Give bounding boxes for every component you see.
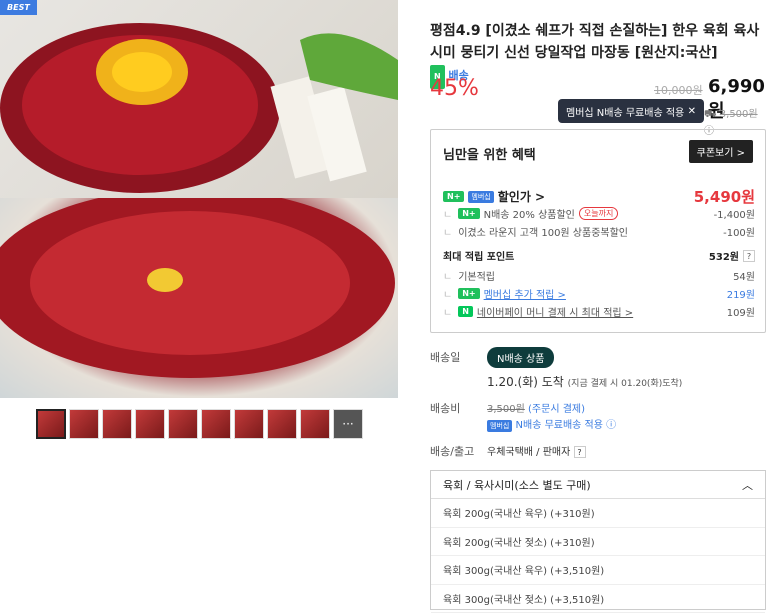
ship-fee-label: 배송비 [430,400,460,416]
ship-date: 1.20.(화) 도착 (지금 결제 시 01.20(화)도착) [487,373,682,390]
n-discount-value: -1,400원 [714,206,755,221]
product-gallery: BEST ··· [0,0,398,610]
ship-date-note: (지금 결제 시 01.20(화)도착) [568,379,683,389]
n-delivery-tag-text: N배송 상품 [497,354,544,365]
carrier-value: 우체국택배 / 판매자 [487,447,570,458]
thumbnail[interactable] [69,409,99,439]
thumbnail[interactable] [300,409,330,439]
thumbnail[interactable] [267,409,297,439]
thumbnail[interactable] [135,409,165,439]
discount-price-label: 할인가 > [498,188,545,205]
help-icon[interactable]: ? [574,446,586,458]
yukhoe-illustration [0,0,398,198]
thumbnail-strip: ··· [36,409,363,439]
main-product-image[interactable] [0,0,398,398]
discount-price-value: 5,490원 [694,186,755,207]
point-value: 532원 [709,248,739,263]
yuksashimi-illustration [0,198,398,398]
base-point-value: 54원 [733,268,755,283]
truck-icon: ⛟ [704,109,717,120]
membership-icon: 멤버십 [487,420,512,432]
membership-icon: 멤버십 [468,191,493,203]
lounge-value: -100원 [723,224,755,239]
chevron-up-icon[interactable]: ︿ [742,477,753,493]
option-item[interactable]: 육회 200g(국내산 육우) (+310원) [431,499,765,528]
thumbnail[interactable] [102,409,132,439]
discount-rate: 45% [430,76,479,101]
today-only-badge: 오늘까지 [579,207,618,220]
ship-date-value: 1.20.(화) 도착 [487,375,564,389]
membership-tooltip: 멤버십 N배송 무료배송 적용 ✕ [558,99,704,123]
n-plus-icon: N+ [458,208,479,219]
more-thumbnails-button[interactable]: ··· [333,409,363,439]
option-item[interactable]: 육회 200g(국내산 젖소) (+310원) [431,528,765,557]
member-point-row[interactable]: ㄴN+멤버십 추가 적립 > 219원 [443,286,755,301]
base-point-row: ㄴ기본적립 54원 [443,268,755,283]
yuksashimi-image [0,198,398,398]
ship-fee: 3,500원 (주문시 결제) [487,400,585,415]
n-plus-icon: N+ [443,191,464,202]
discount-price-row[interactable]: N+ 멤버십 할인가 > 5,490원 [443,186,755,207]
thumbnail[interactable] [234,409,264,439]
best-badge: BEST [0,0,37,15]
option-select-head[interactable]: 육회 / 육사시미(소스 별도 구매) ︿ [431,471,765,499]
lounge-row: ㄴ이겼소 라운지 고객 100원 상품중복할인 -100원 [443,224,755,239]
ship-free: 멤버십 N배송 무료배송 적용 ⓘ [487,416,616,432]
option-item[interactable]: 육회 300g(국내산 육우) (+3,510원) [431,556,765,585]
option-select-label: 육회 / 육사시미(소스 별도 구매) [443,477,591,493]
npay-icon: N [458,306,473,317]
product-title-text: 평점4.9 [이겼소 쉐프가 직접 손질하는] 한우 육회 육사시미 뭉티기 신… [430,23,759,61]
npay-point-row[interactable]: ㄴN네이버페이 머니 결제 시 최대 적립 > 109원 [443,304,755,319]
close-icon[interactable]: ✕ [688,106,696,117]
ship-free-text: N배송 무료배송 적용 [516,420,603,431]
point-row: 최대 적립 포인트 532원? [443,248,755,263]
npay-point-value: 109원 [727,304,755,319]
point-label: 최대 적립 포인트 [443,248,514,263]
thumbnail[interactable] [168,409,198,439]
benefit-title: 님만을 위한 혜택 [443,144,536,163]
thumbnail[interactable] [201,409,231,439]
lounge-label: 이겼소 라운지 고객 100원 상품중복할인 [458,224,628,239]
member-point-value: 219원 [727,286,755,301]
n-delivery-tag: N배송 상품 [487,347,554,368]
ship-fee-note: (주문시 결제) [528,404,585,415]
option-item[interactable]: 육회 300g(국내산 젖소) (+3,510원) [431,585,765,613]
yukhoe-image [0,0,398,198]
n-discount-row: ㄴN+N배송 20% 상품할인오늘까지 -1,400원 [443,206,755,221]
ship-date-label: 배송일 [430,349,460,365]
ship-fee-value: 3,500원 [487,404,525,415]
npay-point-label: 네이버페이 머니 결제 시 최대 적립 > [477,304,633,319]
option-select[interactable]: 육회 / 육사시미(소스 별도 구매) ︿ 육회 200g(국내산 육우) (+… [430,470,766,610]
tooltip-text: 멤버십 N배송 무료배송 적용 [566,104,684,119]
thumbnail[interactable] [36,409,66,439]
original-price: 10,000원 [654,82,703,98]
n-discount-label: N배송 20% 상품할인 [484,206,575,221]
member-point-label: 멤버십 추가 적립 > [484,286,566,301]
help-icon[interactable]: ? [743,250,755,262]
carrier: 우체국택배 / 판매자 ? [487,443,586,458]
n-plus-icon: N+ [458,288,479,299]
base-point-label: 기본적립 [458,268,495,283]
carrier-label: 배송/출고 [430,443,474,459]
info-icon[interactable]: ⓘ [606,420,616,431]
benefit-box: 님만을 위한 혜택 쿠폰보기 > N+멤버십할인가 > 5,490원 ㄴN+N배… [430,129,766,333]
product-info: 평점4.9 [이겼소 쉐프가 직접 손질하는] 한우 육회 육사시미 뭉티기 신… [430,0,768,610]
coupon-button[interactable]: 쿠폰보기 > [689,140,753,163]
shipping-fee-original: 3,500원 [720,109,758,120]
